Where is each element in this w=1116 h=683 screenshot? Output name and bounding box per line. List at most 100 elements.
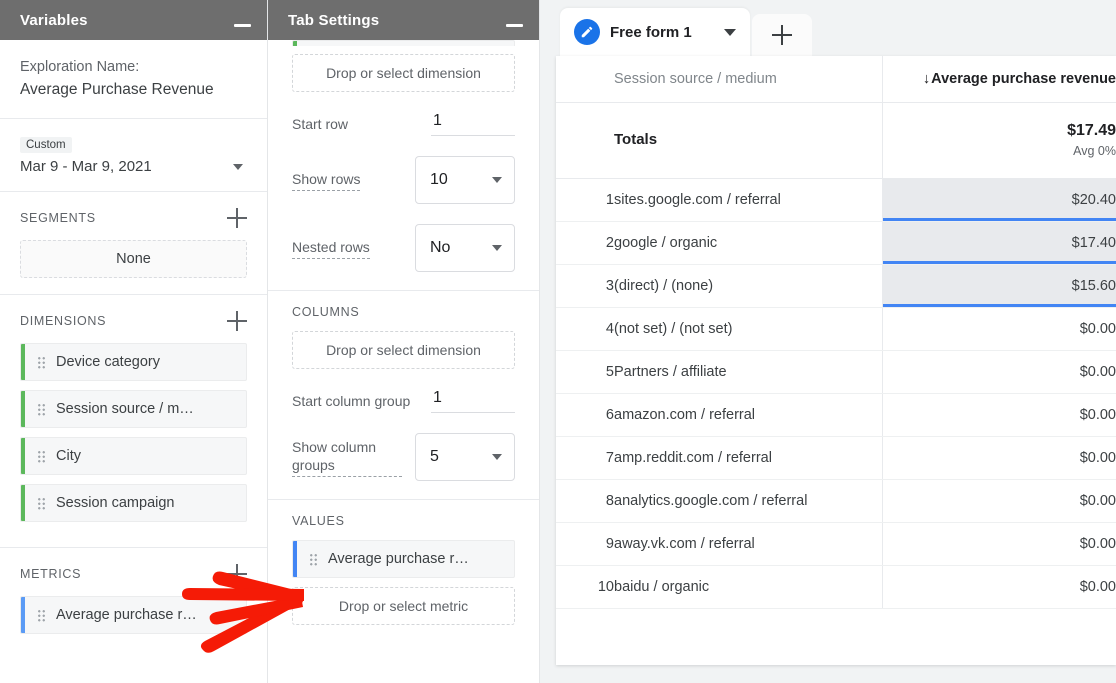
date-range-badge: Custom	[20, 137, 72, 153]
table-row[interactable]: 10 baidu / organic $0.00	[556, 565, 1116, 608]
row-value: $0.00	[1080, 536, 1116, 552]
table-row[interactable]: 2 google / organic $17.40	[556, 221, 1116, 264]
totals-subvalue: Avg 0%	[883, 144, 1116, 158]
table-row[interactable]: 9 away.vk.com / referral $0.00	[556, 522, 1116, 565]
exploration-app: Variables Exploration Name: Average Purc…	[0, 0, 1116, 683]
dimension-accent-bar	[21, 344, 25, 380]
add-tab-button[interactable]	[752, 14, 812, 56]
chevron-down-icon[interactable]	[724, 29, 736, 36]
row-dimension[interactable]: google / organic	[614, 221, 882, 264]
show-rows-label: Show rows	[292, 170, 360, 191]
table-row[interactable]: 4 (not set) / (not set) $0.00	[556, 307, 1116, 350]
metric-header[interactable]: ↓Average purchase revenue	[882, 56, 1116, 102]
dimension-header[interactable]: Session source / medium	[614, 56, 882, 102]
row-index: 9	[556, 522, 614, 565]
tab-label: Free form 1	[610, 24, 692, 41]
drag-handle-icon[interactable]	[37, 356, 46, 369]
totals-index-cell	[556, 102, 614, 178]
row-dimension[interactable]: Partners / affiliate	[614, 350, 882, 393]
drag-handle-icon[interactable]	[37, 609, 46, 622]
minimize-icon	[506, 24, 523, 27]
show-column-groups-select[interactable]: 5	[415, 433, 515, 481]
table-row[interactable]: 6 amazon.com / referral $0.00	[556, 393, 1116, 436]
row-dimension[interactable]: analytics.google.com / referral	[614, 479, 882, 522]
exploration-name-section: Exploration Name: Average Purchase Reven…	[0, 40, 267, 119]
tab-bar: Free form 1	[540, 0, 1116, 56]
value-accent-bar	[293, 541, 297, 577]
start-column-group-input[interactable]: 1	[431, 389, 515, 413]
rows-section: Drop or select dimension Start row 1 Sho…	[268, 40, 539, 291]
row-dimension[interactable]: amp.reddit.com / referral	[614, 436, 882, 479]
chevron-down-icon	[492, 245, 502, 251]
date-range-selector[interactable]: Mar 9 - Mar 9, 2021	[20, 158, 247, 175]
metrics-section: METRICS Average purchase r…	[0, 548, 267, 659]
drag-handle-icon[interactable]	[37, 497, 46, 510]
dimensions-section: DIMENSIONS Device category Session sourc…	[0, 295, 267, 548]
dimension-chip-label: City	[56, 448, 81, 464]
variables-panel-header: Variables	[0, 0, 267, 40]
main-content: Free form 1 Session source / medium ↓Ave…	[540, 0, 1116, 683]
table-row[interactable]: 3 (direct) / (none) $15.60	[556, 264, 1116, 307]
drag-handle-icon[interactable]	[37, 450, 46, 463]
table-row[interactable]: 7 amp.reddit.com / referral $0.00	[556, 436, 1116, 479]
variables-panel-title: Variables	[20, 12, 88, 29]
row-value: $20.40	[1072, 192, 1116, 208]
row-value: $0.00	[1080, 321, 1116, 337]
show-column-groups-field: Show column groups 5	[292, 433, 515, 481]
nested-rows-select[interactable]: No	[415, 224, 515, 272]
drag-handle-icon[interactable]	[37, 403, 46, 416]
segments-section: SEGMENTS None	[0, 192, 267, 295]
values-chip-label: Average purchase r…	[328, 551, 469, 567]
totals-row: Totals $17.49 Avg 0%	[556, 102, 1116, 178]
start-column-group-label: Start column group	[292, 392, 410, 410]
add-metric-icon[interactable]	[227, 564, 247, 584]
row-dimension[interactable]: away.vk.com / referral	[614, 522, 882, 565]
metric-chip[interactable]: Average purchase r…	[20, 596, 247, 634]
rows-dimension-dropzone[interactable]: Drop or select dimension	[292, 54, 515, 92]
metric-header-label: Average purchase revenue	[931, 71, 1116, 87]
row-value: $0.00	[1080, 579, 1116, 595]
row-dimension[interactable]: (direct) / (none)	[614, 264, 882, 307]
values-chip-average-purchase-revenue[interactable]: Average purchase r…	[292, 540, 515, 578]
rows-chip-clipped[interactable]	[292, 40, 515, 46]
date-range-section[interactable]: Custom Mar 9 - Mar 9, 2021	[0, 119, 267, 192]
row-dimension[interactable]: amazon.com / referral	[614, 393, 882, 436]
segments-header: SEGMENTS	[20, 208, 247, 228]
add-dimension-icon[interactable]	[227, 311, 247, 331]
row-value: $0.00	[1080, 450, 1116, 466]
table-row[interactable]: 5 Partners / affiliate $0.00	[556, 350, 1116, 393]
row-index: 6	[556, 393, 614, 436]
table-row[interactable]: 8 analytics.google.com / referral $0.00	[556, 479, 1116, 522]
start-column-group-field: Start column group 1	[292, 389, 515, 413]
columns-dimension-dropzone[interactable]: Drop or select dimension	[292, 331, 515, 369]
nested-rows-value: No	[430, 239, 450, 257]
row-dimension[interactable]: baidu / organic	[614, 565, 882, 608]
variables-minimize-button[interactable]	[234, 14, 251, 27]
drag-handle-icon[interactable]	[309, 553, 318, 566]
show-rows-select[interactable]: 10	[415, 156, 515, 204]
row-index: 8	[556, 479, 614, 522]
row-dimension[interactable]: (not set) / (not set)	[614, 307, 882, 350]
row-index: 1	[556, 178, 614, 221]
variables-panel: Variables Exploration Name: Average Purc…	[0, 0, 268, 683]
tab-free-form-1[interactable]: Free form 1	[560, 8, 750, 56]
exploration-name-label: Exploration Name:	[20, 56, 247, 78]
dimension-chip[interactable]: Session source / m…	[20, 390, 247, 428]
values-metric-dropzone[interactable]: Drop or select metric	[292, 587, 515, 625]
index-header	[556, 56, 614, 102]
start-row-input[interactable]: 1	[431, 112, 515, 136]
segments-empty-state[interactable]: None	[20, 240, 247, 278]
table-row[interactable]: 1 sites.google.com / referral $20.40	[556, 178, 1116, 221]
tab-settings-panel-title: Tab Settings	[288, 12, 379, 29]
row-value-cell: $20.40	[882, 178, 1116, 221]
dimension-chip[interactable]: Device category	[20, 343, 247, 381]
dimension-chip[interactable]: City	[20, 437, 247, 475]
exploration-name-value[interactable]: Average Purchase Revenue	[20, 78, 247, 102]
metric-accent-bar	[21, 597, 25, 633]
table-body: Totals $17.49 Avg 0% 1 sites.google.com …	[556, 102, 1116, 608]
row-value-cell: $0.00	[882, 307, 1116, 350]
add-segment-icon[interactable]	[227, 208, 247, 228]
row-dimension[interactable]: sites.google.com / referral	[614, 178, 882, 221]
tab-settings-minimize-button[interactable]	[506, 14, 523, 27]
dimension-chip[interactable]: Session campaign	[20, 484, 247, 522]
